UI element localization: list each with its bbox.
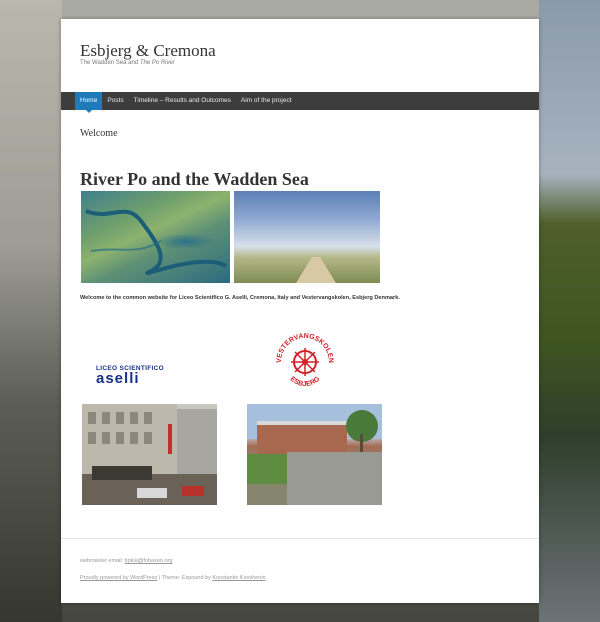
- aselli-logo-line2: aselli: [96, 370, 140, 387]
- cremona-school-photo[interactable]: [82, 404, 217, 505]
- beach-path-shape: [296, 257, 336, 283]
- site-description-text: The Wadden Sea and: [80, 60, 140, 66]
- river-delta-photo[interactable]: [81, 191, 230, 283]
- nav-item-home[interactable]: Home: [75, 92, 103, 113]
- nav-item-timeline[interactable]: Timeline – Results and Outcomes: [129, 92, 236, 110]
- footer-email-label: webmaster email:: [80, 558, 125, 564]
- site-description: The Wadden Sea and The Po River: [80, 60, 175, 66]
- site-title[interactable]: Esbjerg & Cremona: [80, 41, 216, 61]
- footer-email-line: webmaster email: bpkla@fobasen.org: [80, 558, 172, 564]
- background-photo-right: [539, 0, 600, 622]
- vestervangskolen-logo: VESTERVANGSKOLEN ESBJERG: [276, 333, 334, 388]
- theme-author-link[interactable]: Konstantin Kovshenin: [212, 575, 265, 581]
- nav-item-posts[interactable]: Posts: [102, 92, 128, 110]
- welcome-text: Welcome to the common website for Liceo …: [80, 295, 400, 301]
- footer-credit-separator: | Theme: Expound by: [157, 575, 213, 581]
- liceo-aselli-logo: LICEO SCIENTIFICO aselli: [96, 365, 188, 387]
- nav-item-aim[interactable]: Aim of the project: [236, 92, 297, 110]
- page-container: Esbjerg & Cremona The Wadden Sea and The…: [61, 19, 539, 603]
- vest-logo-bottom-text: ESBJERG: [289, 375, 322, 388]
- wordpress-link[interactable]: Proudly powered by WordPress: [80, 575, 157, 581]
- page-heading: Welcome: [80, 128, 118, 139]
- background-photo-left: [0, 0, 62, 622]
- footer-credit-line: Proudly powered by WordPress | Theme: Ex…: [80, 575, 266, 581]
- svg-text:ESBJERG: ESBJERG: [289, 375, 322, 388]
- wadden-sea-beach-photo[interactable]: [234, 191, 380, 283]
- site-description-italic: The Po River: [139, 60, 175, 66]
- post-title[interactable]: River Po and the Wadden Sea: [80, 169, 309, 190]
- main-navigation: Home Posts Timeline – Results and Outcom…: [61, 92, 539, 113]
- esbjerg-school-photo[interactable]: [247, 404, 382, 505]
- footer-divider: [61, 538, 539, 539]
- footer-email-link[interactable]: bpkla@fobasen.org: [125, 558, 173, 564]
